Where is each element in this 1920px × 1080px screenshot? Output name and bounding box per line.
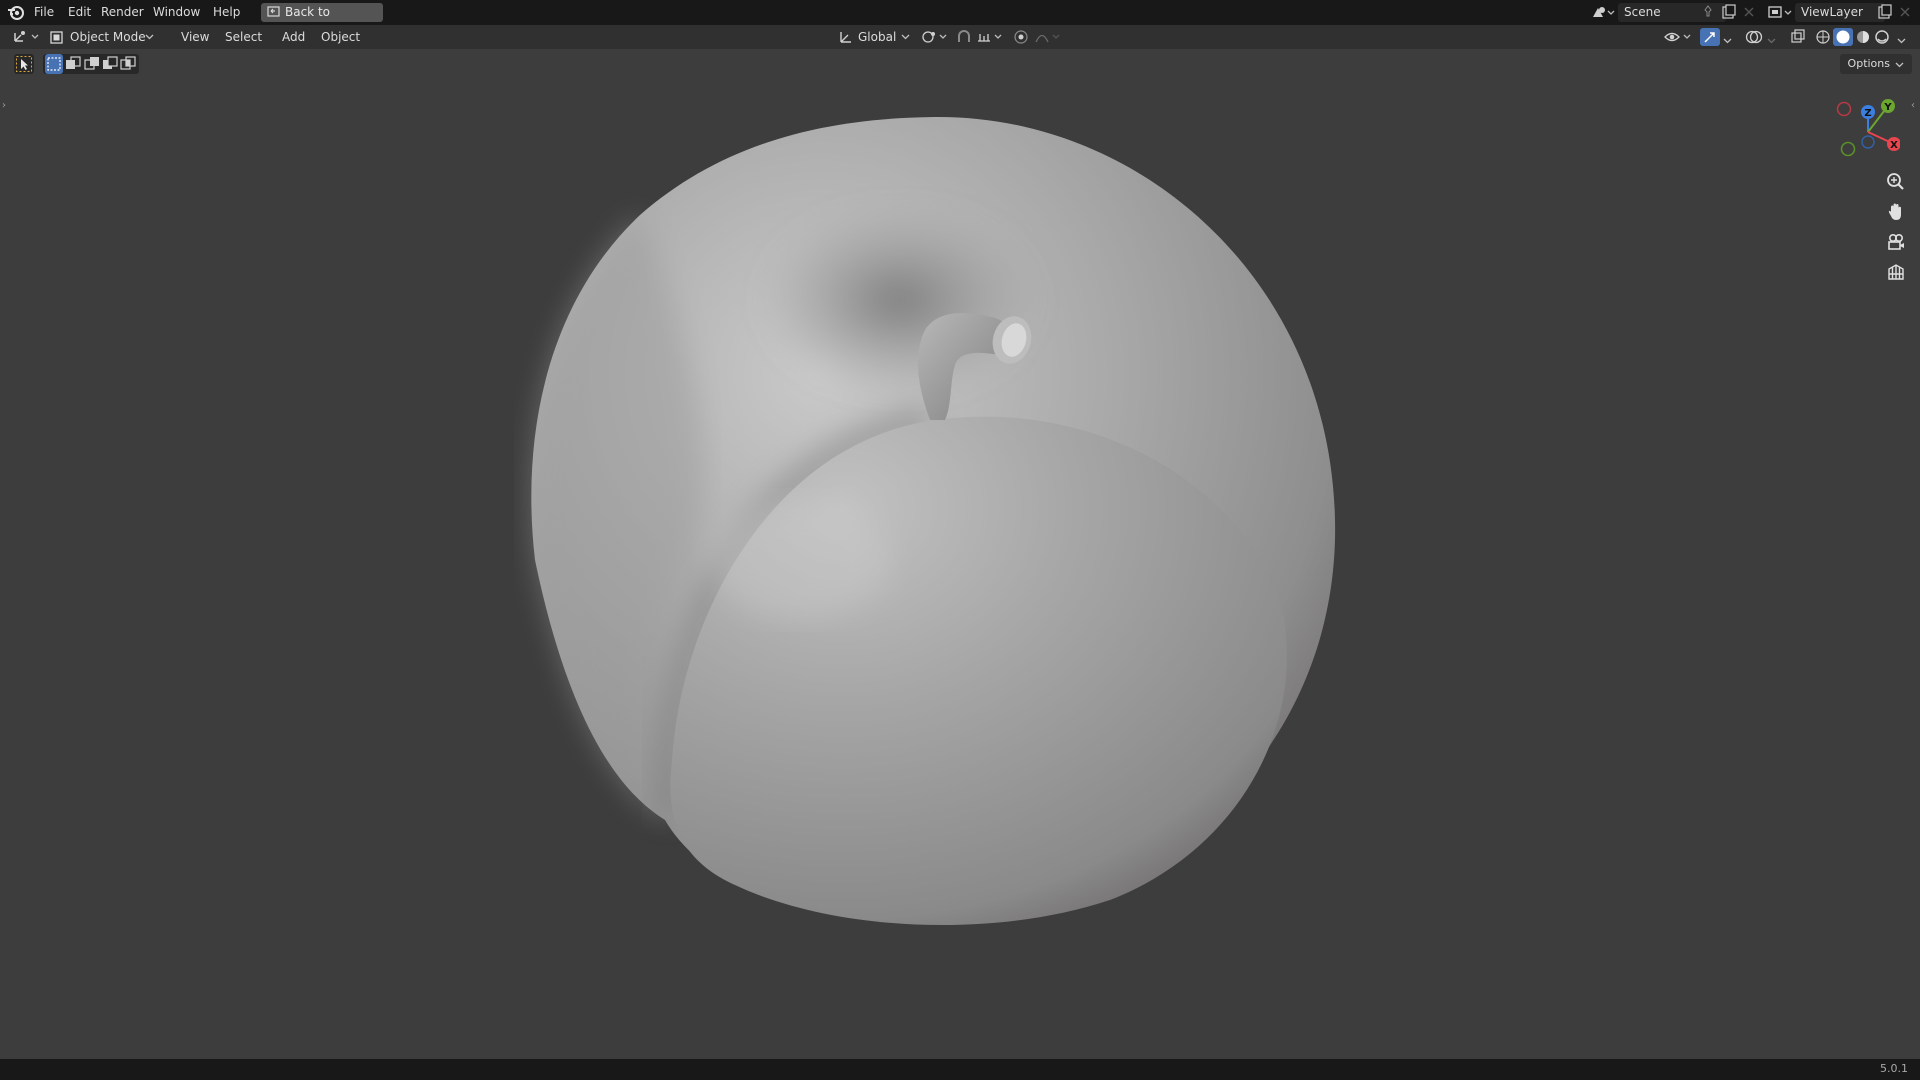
transform-orientation-dropdown[interactable]: Global	[839, 28, 913, 46]
snap-target-icon[interactable]	[976, 29, 1006, 45]
back-screen-icon	[267, 6, 280, 17]
menu-object[interactable]: Object	[316, 28, 365, 46]
blender-logo-icon[interactable]	[7, 4, 25, 21]
orientation-label: Global	[858, 30, 897, 44]
pivot-point-icon[interactable]	[921, 29, 949, 45]
zoom-icon[interactable]	[1884, 170, 1908, 194]
viewport-header: Object Mode View Select Add Object Globa…	[0, 25, 1920, 49]
select-intersect-icon[interactable]	[119, 54, 137, 74]
new-viewlayer-icon[interactable]	[1877, 4, 1893, 20]
gizmo-x-label: X	[1890, 140, 1898, 151]
options-label: Options	[1847, 57, 1890, 70]
menu-window[interactable]: Window	[149, 4, 204, 21]
menu-select[interactable]: Select	[220, 28, 267, 46]
visibility-eye-icon[interactable]	[1664, 29, 1694, 45]
wireframe-shading-icon[interactable]	[1815, 29, 1831, 45]
chevron-down-icon	[901, 34, 910, 40]
version-label: 5.0.1	[1880, 1062, 1908, 1075]
menu-view[interactable]: View	[176, 28, 214, 46]
falloff-icon[interactable]	[1034, 29, 1064, 45]
chevron-down-icon	[145, 34, 154, 40]
select-new-icon[interactable]	[45, 54, 63, 74]
chevron-down-icon[interactable]	[1767, 33, 1776, 44]
gizmo-y-label: Y	[1883, 102, 1892, 113]
grid-icon[interactable]	[1884, 260, 1908, 284]
delete-viewlayer-icon[interactable]	[1899, 5, 1911, 19]
new-scene-icon[interactable]	[1721, 4, 1737, 20]
gizmo-z-label: Z	[1864, 108, 1871, 119]
chevron-down-icon[interactable]	[1723, 33, 1732, 44]
object-mode-label: Object Mode	[70, 30, 146, 44]
cursor-select-icon	[16, 56, 32, 72]
material-shading-icon[interactable]	[1855, 29, 1871, 45]
viewlayer-field[interactable]: ViewLayer	[1795, 3, 1885, 22]
select-extend-icon[interactable]	[64, 54, 82, 74]
gizmo-neg-z	[1861, 135, 1875, 149]
menu-edit[interactable]: Edit	[64, 4, 95, 21]
pin-icon[interactable]	[1702, 5, 1714, 19]
menu-help[interactable]: Help	[209, 4, 244, 21]
viewlayer-icon[interactable]	[1767, 4, 1793, 21]
viewlayer-name: ViewLayer	[1801, 5, 1863, 19]
rendered-shading-icon[interactable]	[1874, 29, 1890, 45]
status-bar: 5.0.1	[0, 1059, 1920, 1080]
gizmo-neg-y	[1840, 141, 1856, 157]
options-dropdown[interactable]: Options	[1839, 54, 1912, 74]
select-subtract-icon[interactable]	[83, 54, 101, 74]
select-invert-icon[interactable]	[101, 54, 119, 74]
chevron-down-icon[interactable]	[1897, 33, 1906, 44]
chevron-down-icon	[1895, 62, 1904, 68]
3d-viewport-icon[interactable]	[12, 29, 40, 45]
menu-file[interactable]: File	[30, 4, 58, 21]
sidebar-expand-icon[interactable]: ‹	[1911, 100, 1915, 111]
top-menubar: File Edit Render Window Help Back to Pre…	[0, 0, 1920, 38]
snap-icon[interactable]	[955, 29, 973, 45]
gizmo-toggle-icon[interactable]	[1700, 28, 1720, 46]
object-mode-dropdown[interactable]: Object Mode	[48, 28, 156, 46]
select-tool-button[interactable]	[14, 54, 34, 74]
object-mode-icon	[50, 31, 63, 44]
menu-render[interactable]: Render	[97, 4, 148, 21]
overlays-icon[interactable]	[1745, 29, 1765, 45]
gizmo-neg-x	[1836, 101, 1852, 117]
proportional-editing-icon[interactable]	[1013, 29, 1029, 45]
apple-mesh[interactable]	[0, 49, 1920, 1059]
toolbar-expand-icon[interactable]: ›	[2, 100, 6, 111]
hand-icon[interactable]	[1884, 200, 1908, 224]
delete-scene-icon[interactable]	[1743, 5, 1755, 19]
solid-shading-icon[interactable]	[1833, 28, 1853, 46]
back-to-previous-button[interactable]: Back to Previous	[261, 3, 383, 38]
selection-mode-group	[43, 54, 139, 74]
camera-icon[interactable]	[1884, 230, 1908, 254]
scene-icon[interactable]	[1590, 4, 1616, 21]
xray-toggle-icon[interactable]	[1790, 29, 1806, 45]
menu-add[interactable]: Add	[277, 28, 310, 46]
orientation-icon	[840, 32, 851, 43]
scene-name: Scene	[1624, 5, 1661, 19]
3d-viewport[interactable]	[0, 49, 1920, 1059]
navigation-gizmo[interactable]: Z Y X	[1830, 92, 1900, 162]
